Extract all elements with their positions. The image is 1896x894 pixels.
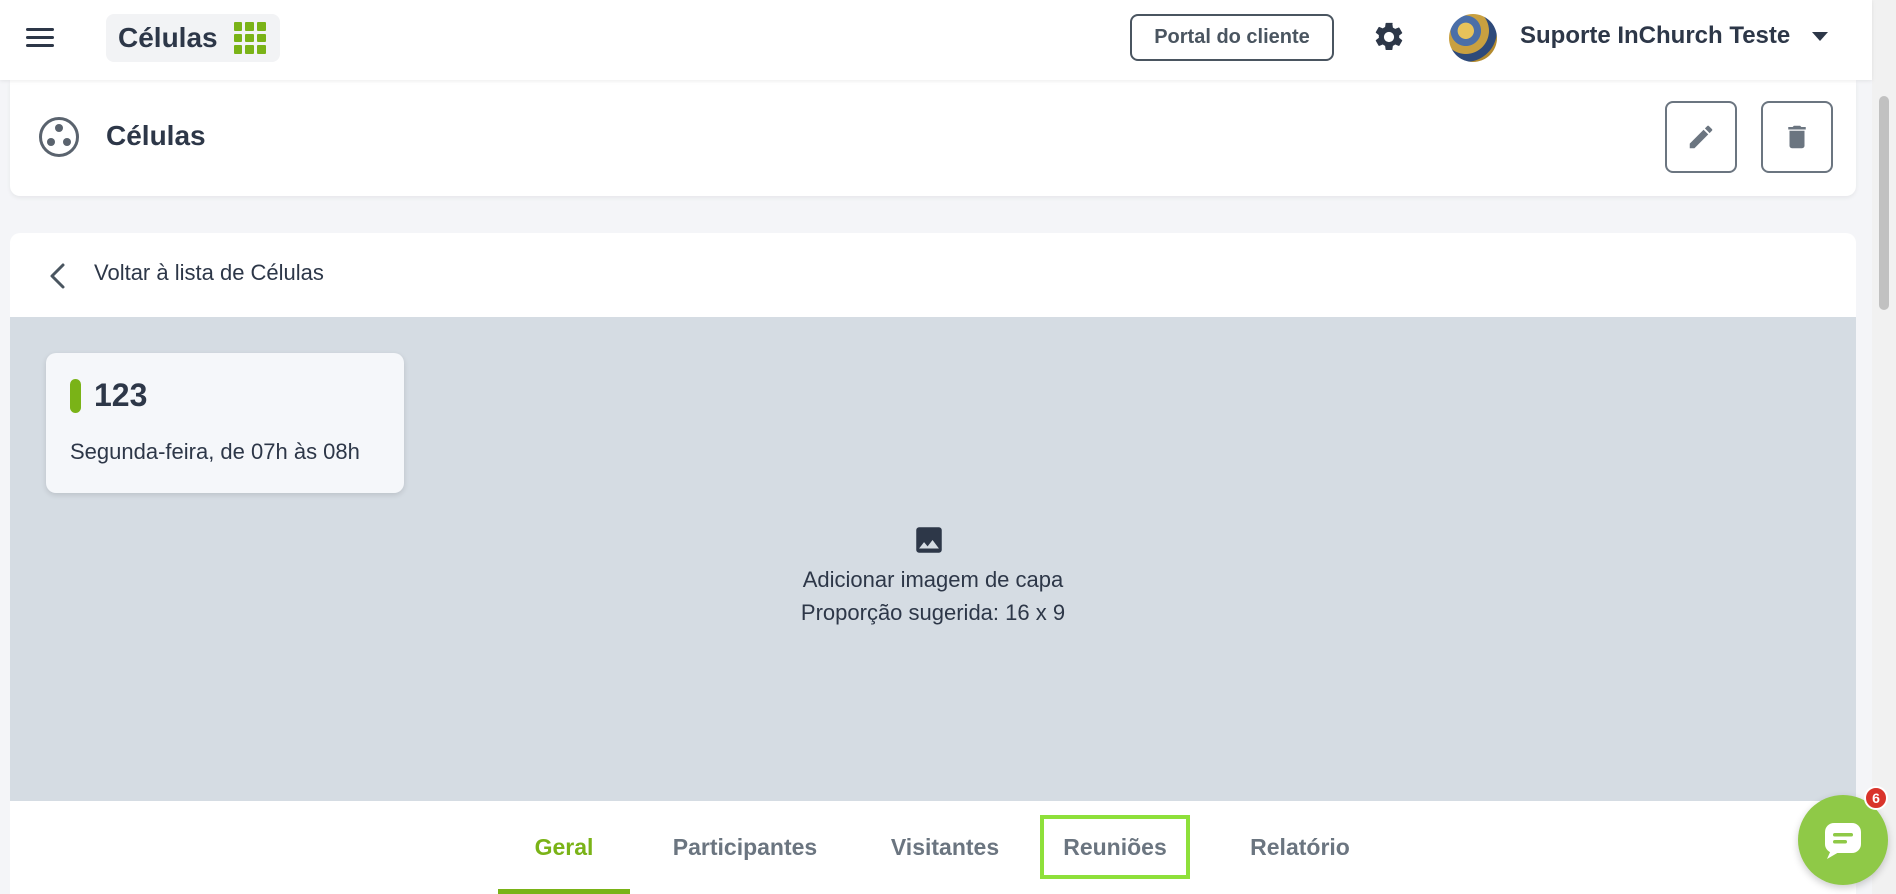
delete-button[interactable] — [1761, 101, 1833, 173]
cell-info-card: 123 Segunda-feira, de 07h às 08h — [46, 353, 404, 493]
page-title: Células — [106, 120, 206, 151]
back-link[interactable]: Voltar à lista de Células — [10, 233, 1856, 317]
tab-relatorio[interactable]: Relatório — [1225, 801, 1375, 894]
chevron-left-icon[interactable] — [46, 261, 72, 291]
cell-name: 123 — [94, 377, 148, 413]
gear-icon[interactable] — [1372, 20, 1406, 54]
trash-icon — [1788, 125, 1806, 149]
tab-bar: Geral Participantes Visitantes Reuniões … — [10, 801, 1856, 894]
tab-participantes[interactable]: Participantes — [655, 801, 835, 894]
cover-ratio-hint: Proporção sugerida: 16 x 9 — [800, 600, 1066, 625]
back-label[interactable]: Voltar à lista de Células — [94, 260, 324, 286]
chevron-down-icon[interactable] — [1812, 32, 1828, 41]
status-indicator — [70, 379, 81, 413]
edit-button[interactable] — [1665, 101, 1737, 173]
add-cover-label[interactable]: Adicionar imagem de capa — [10, 567, 1856, 593]
pencil-icon — [1689, 125, 1713, 149]
menu-icon[interactable] — [26, 26, 56, 50]
apps-grid-icon[interactable] — [233, 22, 266, 54]
portal-button[interactable]: Portal do cliente — [1130, 14, 1334, 61]
scrollbar[interactable] — [1872, 0, 1896, 894]
app-switcher[interactable]: Células — [106, 14, 280, 62]
cell-schedule: Segunda-feira, de 07h às 08h — [70, 439, 360, 464]
top-bar: Células Portal do cliente Suporte InChur… — [0, 0, 1872, 80]
scrollbar-thumb[interactable] — [1879, 96, 1889, 310]
user-name[interactable]: Suporte InChurch Teste — [1520, 22, 1790, 50]
page-header: Células — [10, 80, 1856, 196]
avatar[interactable] — [1449, 14, 1497, 62]
cell-detail: Voltar à lista de Células 123 Segunda-fe… — [10, 233, 1856, 894]
tab-reunioes[interactable]: Reuniões — [1040, 801, 1190, 894]
app-title: Células — [118, 22, 218, 53]
notification-badge: 6 — [1864, 786, 1888, 810]
image-icon[interactable] — [912, 523, 946, 557]
tab-geral[interactable]: Geral — [498, 801, 630, 894]
cover-image-area[interactable]: 123 Segunda-feira, de 07h às 08h Adicion… — [10, 317, 1856, 801]
cells-icon — [39, 117, 79, 157]
tab-visitantes[interactable]: Visitantes — [870, 801, 1020, 894]
